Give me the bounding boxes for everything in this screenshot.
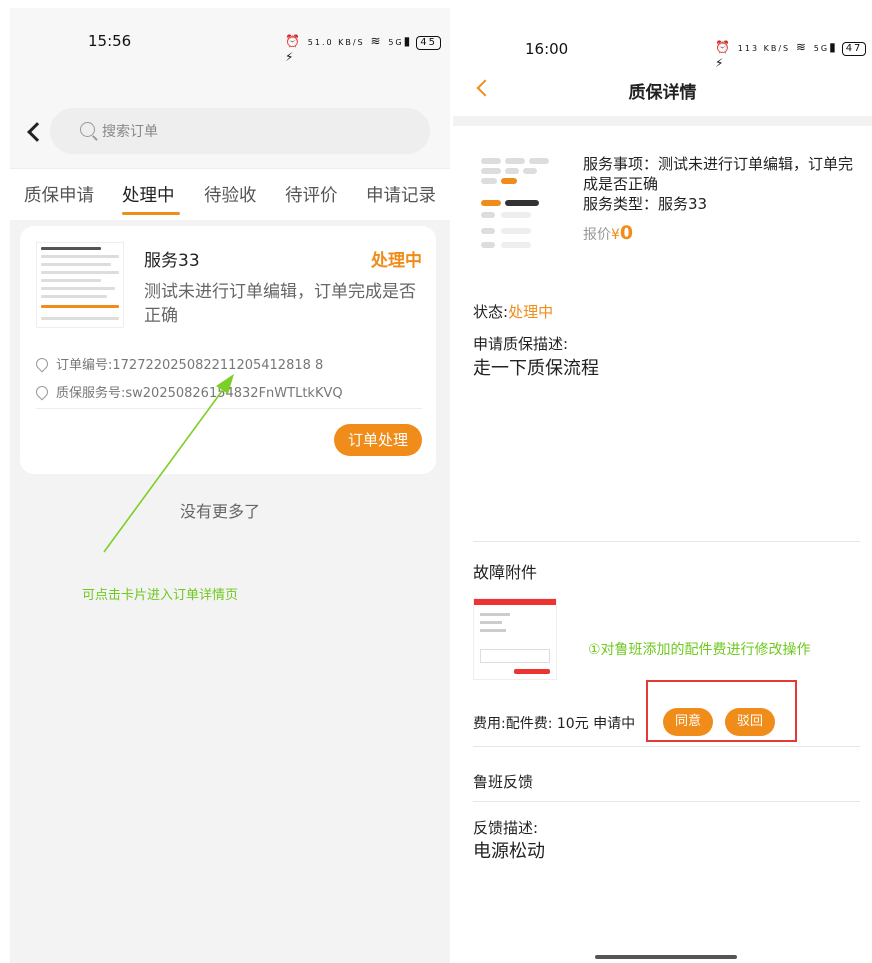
divider <box>473 801 860 802</box>
left-speed: 51.0 KB/S <box>307 38 365 47</box>
left-phone-screen: 15:56 ⏰ 51.0 KB/S ≋ 5G▮ 45⚡ 搜索订单 质保申请 处理中… <box>10 8 450 963</box>
page-title: 质保详情 <box>628 83 697 103</box>
highlight-box <box>646 680 797 742</box>
tab-warranty-apply[interactable]: 质保申请 <box>24 182 94 207</box>
tab-processing[interactable]: 处理中 <box>122 182 175 207</box>
active-tab-indicator <box>122 212 180 215</box>
card-divider <box>36 408 422 409</box>
status-label: 状态: <box>473 303 509 321</box>
divider <box>473 746 860 747</box>
right-header: 16:00 ⏰ 113 KB/S ≋ 5G▮ 47⚡ 质保详情 <box>453 14 872 126</box>
search-icon <box>80 122 95 137</box>
order-number: 订单编号:172722025082211205412818 8 <box>56 358 324 373</box>
order-status: 处理中 <box>371 251 422 271</box>
order-thumbnail <box>36 242 124 328</box>
fault-attachment-image[interactable] <box>473 598 557 680</box>
left-header-area: 15:56 ⏰ 51.0 KB/S ≋ 5G▮ 45⚡ 搜索订单 <box>10 8 450 168</box>
tab-apply-records[interactable]: 申请记录 <box>366 182 436 207</box>
right-status-time: 16:00 <box>525 40 569 58</box>
fault-attachments-title: 故障附件 <box>473 563 538 582</box>
divider <box>473 541 860 542</box>
luban-feedback-title: 鲁班反馈 <box>473 773 534 791</box>
back-icon[interactable] <box>27 122 47 142</box>
section-gap <box>453 116 872 126</box>
annotation-fee-edit: ①对鲁班添加的配件费进行修改操作 <box>588 642 811 658</box>
status-row: 状态:处理中 <box>473 301 553 322</box>
left-status-time: 15:56 <box>88 32 132 50</box>
search-input[interactable]: 搜索订单 <box>50 108 430 154</box>
order-card[interactable]: 服务33 处理中 测试未进行订单编辑，订单完成是否正确 订单编号:1727220… <box>20 226 436 474</box>
price-currency: ¥ <box>611 227 620 243</box>
search-placeholder: 搜索订单 <box>102 124 158 140</box>
price-value: 0 <box>619 222 634 244</box>
right-phone-screen: 16:00 ⏰ 113 KB/S ≋ 5G▮ 47⚡ 质保详情 服务事项：测试未进… <box>453 14 872 963</box>
order-process-button[interactable]: 订单处理 <box>334 424 422 456</box>
order-description: 测试未进行订单编辑，订单完成是否正确 <box>144 282 416 326</box>
service-number: 质保服务号:sw20250826154832FnWTLtkKVQ <box>56 386 343 401</box>
feedback-label: 反馈描述: <box>473 819 539 837</box>
status-value: 处理中 <box>508 303 554 321</box>
service-type: 服务类型：服务33 <box>583 195 708 213</box>
order-title: 服务33 <box>144 251 200 271</box>
service-number-row: 质保服务号:sw20250826154832FnWTLtkKVQ <box>33 382 343 401</box>
home-indicator <box>595 955 737 959</box>
right-battery: 47 <box>841 42 867 56</box>
tab-pending-review[interactable]: 待评价 <box>285 182 338 207</box>
left-status-icons: ⏰ 51.0 KB/S ≋ 5G▮ 45⚡ <box>285 34 450 64</box>
service-info: 服务事项：测试未进行订单编辑，订单完成是否正确 服务类型：服务33 <box>583 154 863 214</box>
right-status-icons: ⏰ 113 KB/S ≋ 5G▮ 47⚡ <box>715 40 872 70</box>
order-tabs: 质保申请 处理中 待验收 待评价 申请记录 <box>10 168 450 220</box>
location-icon <box>33 355 51 373</box>
left-signal: 5G <box>388 38 404 47</box>
service-item: 服务事项：测试未进行订单编辑，订单完成是否正确 <box>583 155 854 193</box>
service-thumbnail <box>481 154 561 248</box>
feedback-value: 电源松动 <box>473 841 545 862</box>
price-row: 报价¥0 <box>583 222 633 244</box>
fee-text: 费用:配件费: 10元 申请中 <box>473 716 636 732</box>
price-label: 报价 <box>583 227 611 243</box>
desc-label: 申请质保描述: <box>473 335 569 353</box>
location-icon <box>33 383 51 401</box>
right-signal: 5G <box>813 44 830 53</box>
tab-pending-check[interactable]: 待验收 <box>204 182 257 207</box>
no-more-text: 没有更多了 <box>179 502 260 521</box>
left-battery: 45 <box>416 36 441 50</box>
order-number-row: 订单编号:172722025082211205412818 8 <box>33 354 324 373</box>
right-speed: 113 KB/S <box>737 44 791 53</box>
annotation-card-hint: 可点击卡片进入订单详情页 <box>82 588 239 603</box>
desc-value: 走一下质保流程 <box>473 358 599 379</box>
